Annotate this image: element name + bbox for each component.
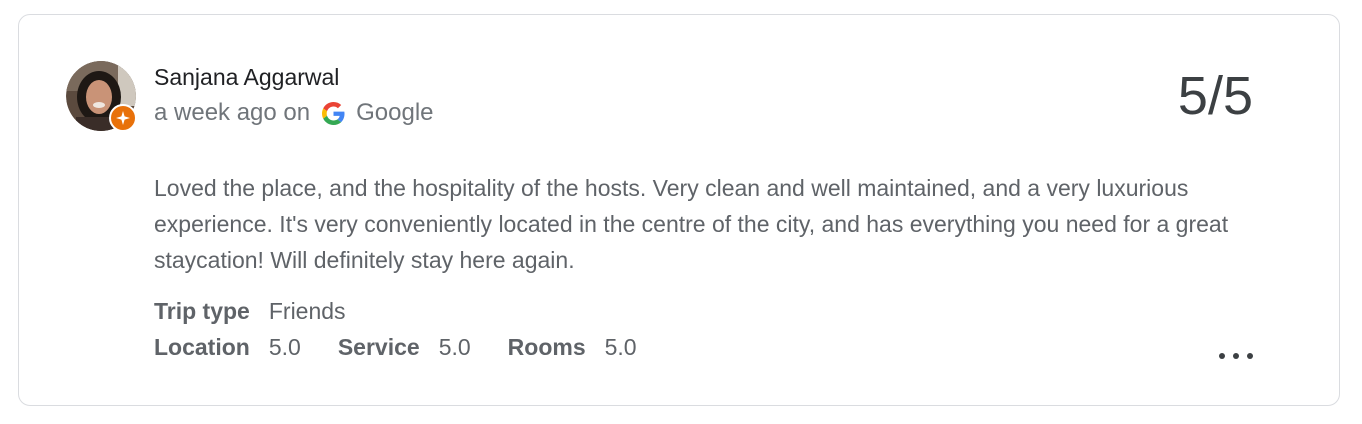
more-dot: [1247, 353, 1253, 359]
more-dot: [1233, 353, 1239, 359]
rating-label-service: Service: [337, 334, 420, 360]
review-card: Sanjana Aggarwal a week ago on Google 5/…: [18, 14, 1340, 406]
rating-value-rooms: 5.0: [604, 334, 637, 360]
rating-value-location: 5.0: [268, 334, 301, 360]
rating-value-service: 5.0: [438, 334, 471, 360]
more-dot: [1219, 353, 1225, 359]
review-source[interactable]: Google: [356, 99, 433, 127]
reviewer-name[interactable]: Sanjana Aggarwal: [154, 64, 339, 91]
review-time: a week ago on: [154, 99, 311, 126]
local-guide-badge-icon: [109, 104, 137, 132]
rating-label-rooms: Rooms: [507, 334, 586, 360]
trip-type-label: Trip type: [154, 298, 250, 324]
review-meta: a week ago on Google: [154, 99, 434, 127]
review-text: Loved the place, and the hospitality of …: [154, 175, 1229, 273]
rating-label-location: Location: [154, 334, 250, 360]
more-options-icon[interactable]: [1219, 345, 1253, 367]
trip-type-value: Friends: [268, 298, 346, 324]
review-score: 5/5: [1177, 66, 1253, 126]
reviewer-avatar[interactable]: [66, 61, 137, 132]
google-g-icon: [322, 101, 345, 125]
sub-ratings-row: Location 5.0 Service 5.0 Rooms 5.0: [154, 334, 674, 361]
trip-type-row: Trip type Friends: [154, 298, 383, 325]
